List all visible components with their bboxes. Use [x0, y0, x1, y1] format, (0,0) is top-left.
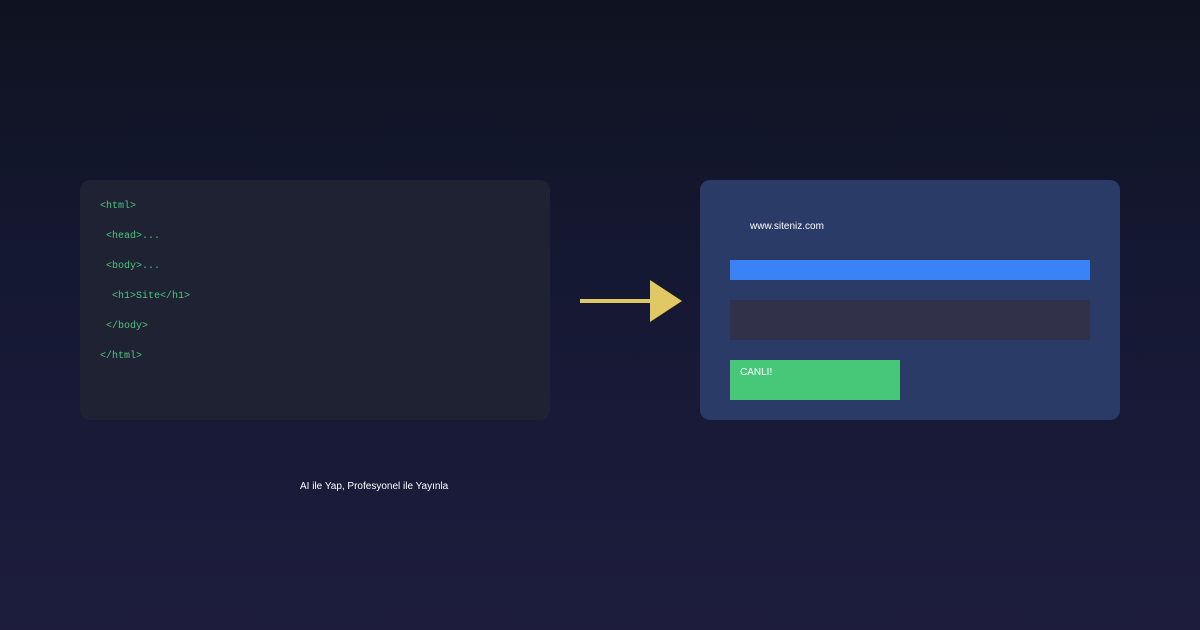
code-line: </body>	[100, 321, 149, 332]
code-line: <head>...	[100, 231, 161, 242]
tagline: AI ile Yap, Profesyonel ile Yayınla	[300, 481, 449, 492]
code-panel: <html> <head>... <body>... <h1>Site</h1>…	[80, 180, 550, 420]
preview-header-bar	[730, 260, 1090, 280]
live-button[interactable]: CANLI!	[730, 360, 900, 400]
live-button-label: CANLI!	[740, 367, 773, 378]
arrow-right-icon	[580, 280, 682, 322]
arrow-shaft	[580, 299, 652, 303]
code-line: <body>...	[100, 261, 161, 272]
code-line: <html>	[100, 201, 137, 212]
site-url: www.siteniz.com	[750, 221, 824, 232]
code-line: </html>	[100, 351, 143, 362]
code-line: <h1>Site</h1>	[100, 291, 191, 302]
preview-content-block	[730, 300, 1090, 340]
arrow-head	[650, 280, 682, 322]
website-preview-panel: www.siteniz.com CANLI!	[700, 180, 1120, 420]
